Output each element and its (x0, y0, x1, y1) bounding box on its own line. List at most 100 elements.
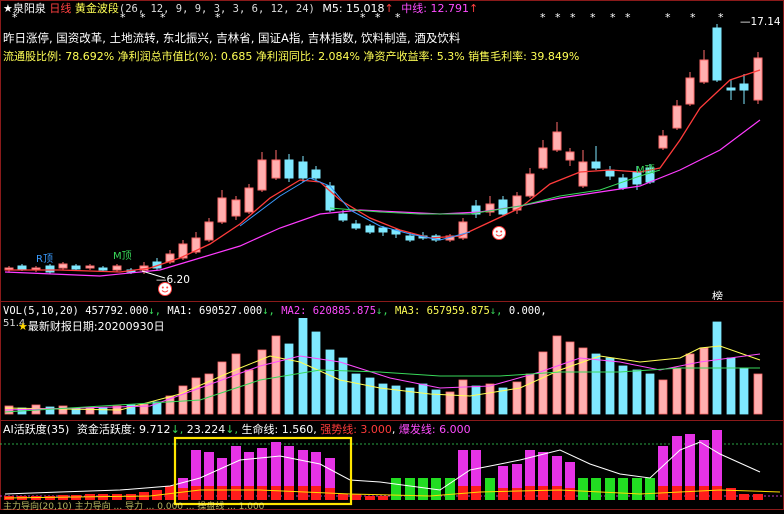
ai-red-bar (512, 488, 522, 500)
candle-body (45, 265, 55, 273)
star-icon: * (625, 11, 631, 24)
ai-red-bar (525, 486, 535, 500)
ai-magenta-bar (458, 450, 468, 486)
ai-green-bar (605, 478, 615, 500)
ai-red-bar (217, 486, 227, 500)
smiley-eye (495, 230, 498, 233)
ai-red-bar (204, 486, 214, 500)
ai-activity-chart[interactable] (0, 420, 784, 510)
candle-body (217, 197, 227, 223)
candle-body (85, 265, 95, 269)
vol-header: VOL(5,10,20) 457792.000↓, MA1: 690527.00… (3, 305, 547, 317)
ai-magenta-bar (311, 452, 321, 486)
ai-green-bar (591, 478, 601, 500)
ai-red-bar (365, 496, 375, 500)
volume-bar (271, 335, 281, 415)
ai-red-bar (685, 486, 695, 500)
vol-ma3: MA3: 657959.875 (395, 305, 490, 317)
volume-bar (431, 389, 441, 415)
m-top-label: M顶 (113, 250, 132, 262)
price-high-label: —17.14 (740, 16, 781, 28)
candle-body (284, 159, 294, 179)
star-icon: * (12, 11, 18, 24)
candle-body (71, 265, 81, 270)
ai-red-bar (712, 486, 722, 500)
candle-body (699, 59, 709, 83)
star-icon: * (718, 11, 724, 24)
ai-green-bar (578, 478, 588, 500)
volume-bar (45, 406, 55, 415)
candle-body (257, 159, 267, 191)
candle-body (98, 267, 108, 271)
volume-bar (58, 405, 68, 415)
smiley-eye (166, 286, 169, 289)
vol-label: VOL(5,10,20) (3, 305, 79, 317)
candle-body (338, 213, 348, 221)
volume-bar (284, 343, 294, 415)
candle-body (658, 135, 668, 149)
volume-bar (178, 385, 188, 415)
ai-red-bar (378, 496, 388, 500)
volume-bar (552, 335, 562, 415)
candle-body (605, 169, 615, 177)
ai-magenta-bar (257, 448, 267, 486)
ai-red-bar (753, 494, 763, 500)
ai-red-bar (271, 486, 281, 500)
volume-bar (217, 361, 227, 415)
vol-value: 457792.000 (85, 305, 149, 317)
ai-magenta-bar (217, 458, 227, 486)
candle-body (525, 173, 535, 197)
candle-body (753, 57, 763, 101)
candle-body (17, 265, 27, 270)
star-icon: * (375, 11, 381, 24)
ai-red-bar (739, 494, 749, 500)
ai-red-bar (191, 486, 201, 500)
star-icon: * (360, 11, 366, 24)
candle-body (244, 187, 254, 213)
ai-red-bar (338, 494, 348, 500)
volume-bar (338, 357, 348, 415)
volume-bar (311, 331, 321, 415)
star-icon: * (120, 11, 126, 24)
smiley-icon (492, 226, 506, 240)
volume-bar (699, 347, 709, 415)
ai-green-bar (405, 478, 415, 500)
star-icon: * (395, 11, 401, 24)
ai-green-bar (632, 478, 642, 500)
star-icon: * (665, 11, 671, 24)
candle-body (672, 105, 682, 129)
volume-bar (753, 373, 763, 415)
candle-body (712, 27, 722, 81)
ai-magenta-bar (525, 450, 535, 486)
candle-body (112, 265, 122, 271)
vol-ma2: MA2: 620885.875 (281, 305, 377, 317)
candle-body (351, 223, 361, 229)
ai-magenta-bar (552, 456, 562, 486)
volume-bar (98, 407, 108, 415)
volume-bar (672, 367, 682, 415)
volume-bar (485, 383, 495, 415)
candle-body (204, 221, 214, 241)
star-icon: * (690, 11, 696, 24)
ai-red-bar (565, 488, 575, 500)
ai-magenta-bar (325, 458, 335, 488)
ai-magenta-bar (191, 450, 201, 486)
ai-magenta-bar (685, 434, 695, 486)
ai-magenta-bar (231, 446, 241, 486)
candle-body (578, 161, 588, 187)
ai-magenta-bar (512, 464, 522, 488)
ai-magenta-bar (565, 462, 575, 488)
ai-green-bar (645, 478, 655, 500)
smiley-icon (158, 282, 172, 296)
volume-bar (632, 369, 642, 415)
volume-bar (591, 353, 601, 415)
volume-chart[interactable] (0, 318, 784, 418)
candle-body (591, 161, 601, 169)
ai-red-bar (298, 486, 308, 500)
star-icon: * (140, 11, 146, 24)
star-icon: * (570, 11, 576, 24)
ai-magenta-bar (271, 442, 281, 486)
price-chart[interactable]: * * * * * * * * * * * * * * * * * —17.14R顶 M顶M顶—6.20榜 (0, 0, 784, 300)
volume-bar (351, 373, 361, 415)
candle-body (311, 169, 321, 179)
